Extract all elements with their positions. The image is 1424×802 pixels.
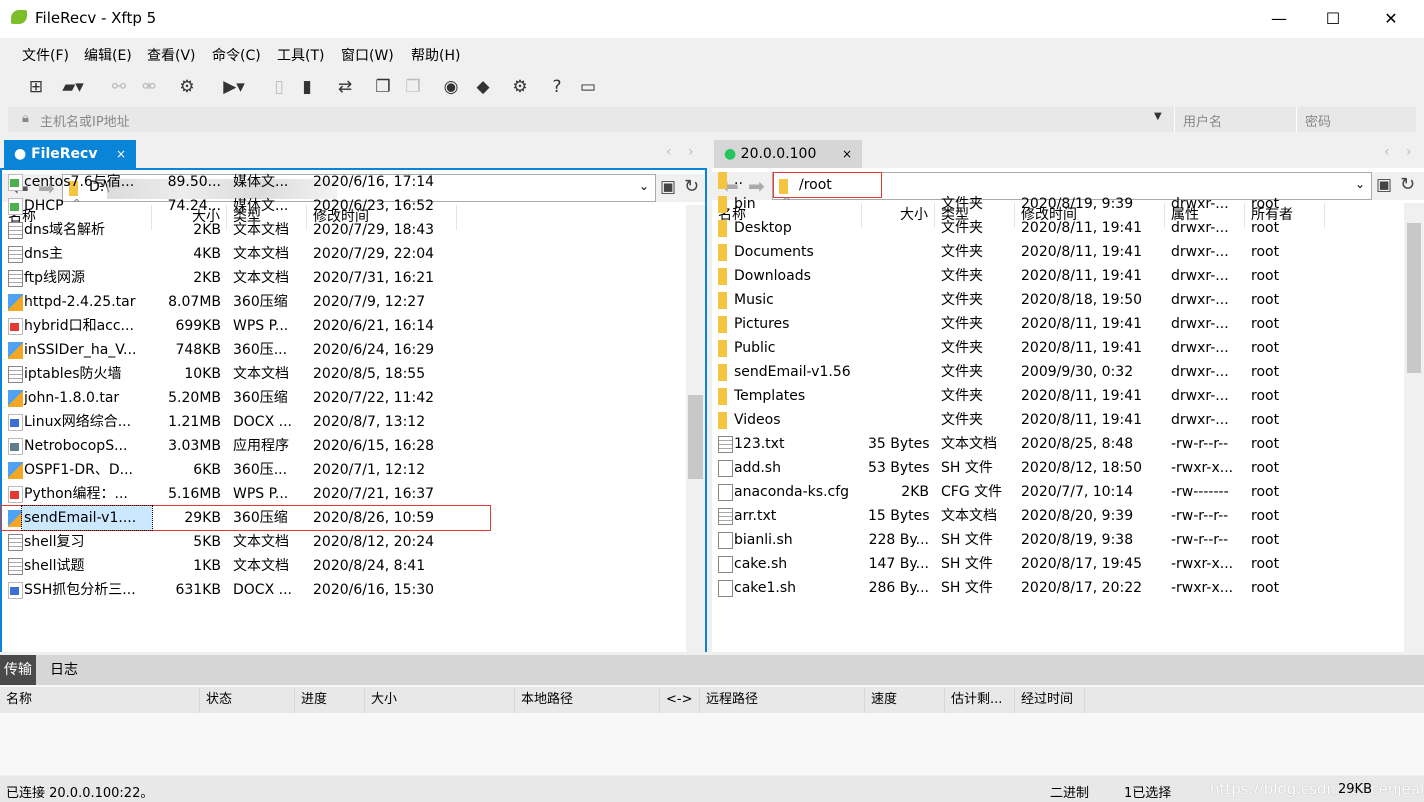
transfer-column-1[interactable]: 状态	[200, 687, 295, 713]
selection-count: 1已选择	[1124, 786, 1172, 801]
transfer-column-7[interactable]: 速度	[865, 687, 945, 713]
tab-scroll-right-icon[interactable]: ›	[1406, 144, 1412, 160]
toolbar: ⊞ ▰▾ ⚯ ⚮ ⚙ ▶▾ ▯ ▮ ⇄ ❐ ❐ ◉ ◆ ⚙? ▭	[0, 70, 1424, 104]
tab-label: 20.0.0.100	[740, 146, 817, 162]
new-session-icon[interactable]: ⊞	[25, 76, 47, 98]
parent-folder-icon[interactable]: ▣	[660, 177, 676, 197]
app-logo-icon	[11, 10, 27, 24]
right-tab-bar: ● 20.0.0.100 × ‹ ›	[712, 138, 1424, 168]
address-bar: 🔒︎ 主机名或IP地址 ▼ 用户名 密码	[8, 107, 1416, 132]
remote-pane: ⬅ ➡ /root ⌄ ▣ ↻ 名称 大小 类型 修改时间 属性 所有者 ^ .. bin 文件…	[712, 168, 1424, 652]
status-bar: 已连接 20.0.0.100:22。 二进制 1已选择 https://blog…	[0, 776, 1424, 802]
password-input[interactable]: 密码	[1296, 107, 1416, 132]
menu-bar: 文件(F) 编辑(E) 查看(V) 命令(C) 工具(T) 窗口(W) 帮助(H)	[0, 40, 1424, 68]
transfer-column-5[interactable]: <->	[660, 687, 700, 713]
host-dropdown-icon[interactable]: ▼	[1154, 111, 1162, 122]
parent-folder-icon[interactable]: ▣	[1376, 175, 1392, 195]
local-scrollbar[interactable]	[686, 205, 705, 652]
sync-icon[interactable]: ⇄	[334, 76, 356, 98]
tab-scroll-right-icon[interactable]: ›	[688, 144, 694, 160]
menu-item-3[interactable]: 命令(C)	[212, 45, 261, 65]
window-title: FileRecv - Xftp 5	[35, 9, 157, 27]
transfer-column-9[interactable]: 经过时间	[1015, 687, 1085, 713]
transfer-column-0[interactable]: 名称	[0, 687, 200, 713]
xftp-icon[interactable]: ◆	[472, 76, 494, 98]
minimize-button[interactable]: —	[1256, 4, 1302, 34]
play-icon[interactable]: ▶▾	[216, 76, 252, 98]
lock-icon: 🔒︎	[22, 111, 29, 126]
remote-scrollbar[interactable]	[1404, 203, 1424, 652]
menu-item-5[interactable]: 窗口(W)	[341, 45, 394, 65]
username-input[interactable]: 用户名	[1174, 107, 1294, 132]
transfer-mode[interactable]: 二进制	[1050, 782, 1089, 801]
transfer-tab-0[interactable]: 传输	[0, 655, 36, 685]
download-icon[interactable]: ▮	[296, 76, 318, 98]
tab-scroll-left-icon[interactable]: ‹	[1384, 144, 1390, 160]
transfer-tabs: 传输 日志	[0, 655, 1424, 685]
tab-remote-host[interactable]: ● 20.0.0.100 ×	[714, 140, 862, 168]
connect-icon[interactable]: ⚯	[108, 76, 130, 98]
upload-icon[interactable]: ▯	[268, 76, 290, 98]
selection-size: 29KB	[1338, 782, 1372, 797]
transfer-column-4[interactable]: 本地路径	[515, 687, 660, 713]
menu-item-1[interactable]: 编辑(E)	[84, 45, 132, 65]
open-folder-icon[interactable]: ▰▾	[55, 76, 91, 98]
menu-item-2[interactable]: 查看(V)	[147, 45, 196, 65]
left-tab-bar: ● FileRecv × ‹ ›	[0, 138, 707, 168]
watermark: https://blog.csdn.net/cenjeal	[1210, 780, 1424, 798]
connected-dot-icon: ●	[724, 146, 737, 162]
feedback-icon[interactable]: ▭	[577, 76, 599, 98]
tab-scroll-left-icon[interactable]: ‹	[666, 144, 672, 160]
path-dropdown-icon[interactable]: ⌄	[1355, 177, 1365, 191]
host-input[interactable]: 主机名或IP地址	[40, 111, 130, 130]
transfer-column-header: 名称 状态 进度 大小 本地路径 <-> 远程路径 速度 估计剩... 经过时间	[0, 687, 1424, 713]
transfer-column-3[interactable]: 大小	[365, 687, 515, 713]
local-pane: ⬅ ➡ D:\ ⌄ ▣ ↻ 名称大小类型修改时间^ centos7.6与宿...…	[0, 168, 707, 652]
tab-label: FileRecv	[31, 146, 98, 162]
refresh-icon[interactable]: ↻	[1400, 174, 1415, 195]
paste-icon[interactable]: ❐	[402, 76, 424, 98]
tab-close-icon[interactable]: ×	[842, 140, 852, 168]
tab-status-dot: ●	[14, 146, 27, 162]
transfer-column-8[interactable]: 估计剩...	[945, 687, 1015, 713]
connection-status: 已连接 20.0.0.100:22。	[6, 786, 154, 801]
tab-filerecv[interactable]: ● FileRecv ×	[4, 140, 136, 168]
menu-item-0[interactable]: 文件(F)	[22, 45, 69, 65]
transfer-column-6[interactable]: 远程路径	[700, 687, 865, 713]
path-dropdown-icon[interactable]: ⌄	[639, 179, 649, 193]
xshell-icon[interactable]: ◉	[440, 76, 462, 98]
title-bar: FileRecv - Xftp 5 — ☐ ✕	[0, 0, 1424, 38]
refresh-icon[interactable]: ↻	[684, 176, 699, 197]
maximize-button[interactable]: ☐	[1310, 4, 1356, 34]
copy-icon[interactable]: ❐	[372, 76, 394, 98]
disconnect-icon[interactable]: ⚮	[138, 76, 160, 98]
transfer-column-2[interactable]: 进度	[295, 687, 365, 713]
gear-icon[interactable]: ⚙	[509, 76, 531, 98]
menu-item-4[interactable]: 工具(T)	[277, 45, 324, 65]
transfer-tab-1[interactable]: 日志	[46, 655, 82, 685]
transfer-panel: 传输 日志 名称 状态 进度 大小 本地路径 <-> 远程路径 速度 估计剩... 经过时间	[0, 655, 1424, 775]
close-button[interactable]: ✕	[1368, 4, 1414, 34]
help-icon[interactable]: ?	[546, 76, 568, 98]
menu-item-6[interactable]: 帮助(H)	[411, 45, 460, 65]
session-settings-icon[interactable]: ⚙	[176, 76, 198, 98]
tab-close-icon[interactable]: ×	[116, 140, 126, 168]
